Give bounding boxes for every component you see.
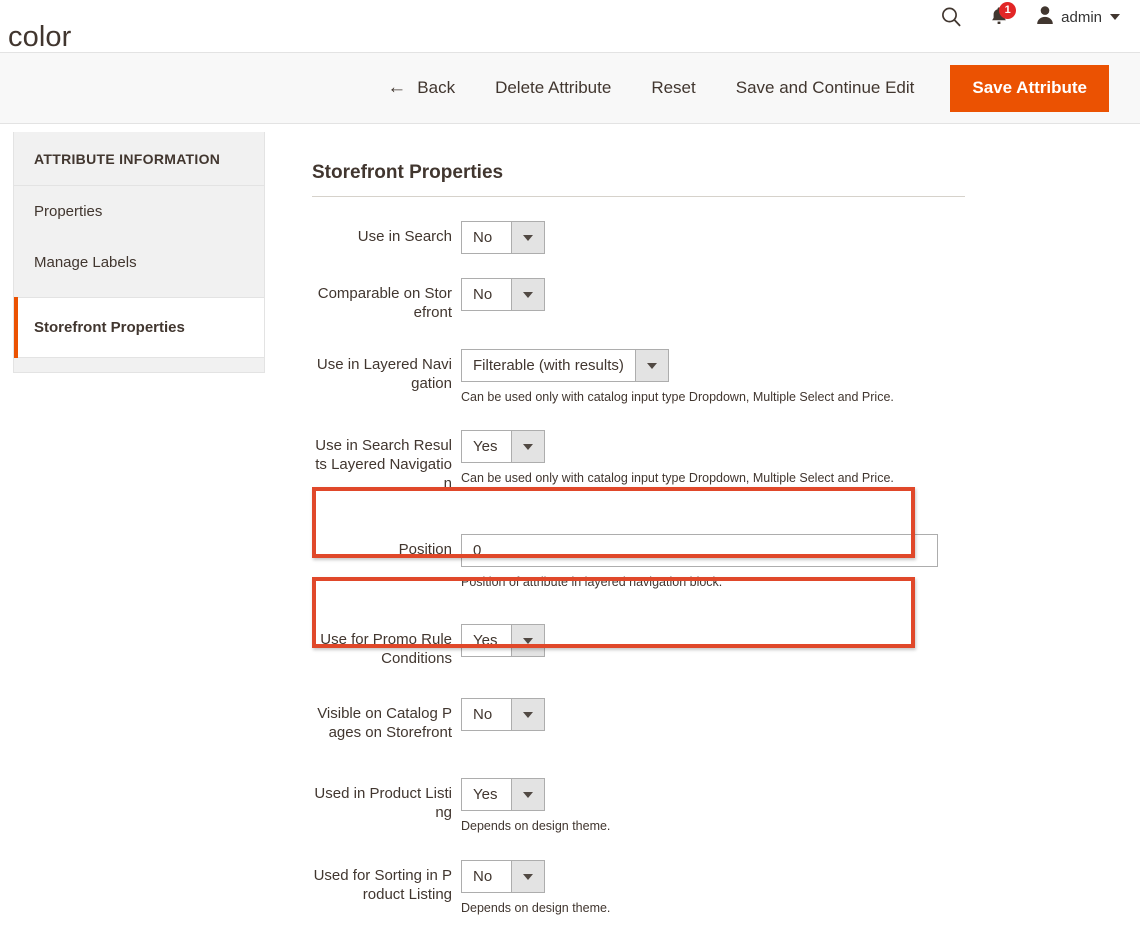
user-avatar-icon [1036, 5, 1054, 30]
admin-user-menu[interactable]: admin [1036, 5, 1120, 30]
field-row: Comparable on Storefront No [312, 254, 1140, 322]
used-for-sorting-in-product-listing-select[interactable]: No [461, 860, 545, 893]
field-note: Depends on design theme. [461, 901, 611, 915]
field-row: Use in Layered Navigation Filterable (wi… [312, 322, 1140, 405]
field-control: No [461, 221, 1140, 254]
chevron-down-icon [511, 431, 544, 462]
select-value: Yes [473, 786, 498, 803]
field-label: Use in Search Results Layered Navigation [315, 437, 452, 492]
used-in-product-listing-select[interactable]: Yes [461, 778, 545, 811]
field-row: Use for Promo Rule Conditions Yes [312, 590, 1140, 668]
select-value: Filterable (with results) [473, 357, 624, 374]
field-control: No [461, 278, 1140, 311]
field-note: Depends on design theme. [461, 819, 611, 833]
notification-badge: 1 [999, 2, 1017, 19]
field-note: Can be used only with catalog input type… [461, 471, 894, 485]
field-control: No Depends on design theme. [461, 860, 1140, 916]
field-row: Use in Search Results Layered Navigation… [312, 405, 1140, 493]
field-control: Yes Depends on design theme. [461, 778, 1140, 834]
search-icon[interactable] [940, 6, 962, 28]
field-label: Use in Layered Navigation [316, 356, 452, 392]
fieldset-title: Storefront Properties [312, 124, 965, 197]
save-and-continue-edit-button[interactable]: Save and Continue Edit [736, 70, 915, 106]
back-button[interactable]: ← Back [387, 70, 455, 106]
field-label: Comparable on Storefront [317, 285, 452, 321]
bell-icon: 1 [986, 2, 1017, 29]
sidebar-item-label: Storefront Properties [34, 319, 185, 336]
notifications-button[interactable]: 1 [986, 2, 1017, 29]
sidebar-title: ATTRIBUTE INFORMATION [14, 132, 264, 186]
field-control: Yes [461, 624, 1140, 657]
select-value: No [473, 286, 493, 303]
use-in-search-results-layered-navigation-select[interactable]: Yes [461, 430, 545, 463]
chevron-down-icon [511, 699, 544, 730]
select-value: Yes [473, 632, 498, 649]
select-value: No [473, 868, 493, 885]
delete-attribute-button[interactable]: Delete Attribute [495, 70, 611, 106]
select-value: No [473, 229, 493, 246]
page-actions-toolbar: ← Back Delete Attribute Reset Save and C… [0, 52, 1140, 124]
comparable-on-storefront-select[interactable]: No [461, 278, 545, 311]
field-row: Used for Sorting in Product Listing No D… [312, 834, 1140, 916]
storefront-properties-form: Storefront Properties Use in Search No C… [312, 124, 1140, 916]
select-value: No [473, 706, 493, 723]
sidebar-item-storefront-properties[interactable]: Storefront Properties [14, 297, 264, 358]
field-control: Position of attribute in layered navigat… [461, 534, 1140, 590]
field-control: Yes Can be used only with catalog input … [461, 430, 1140, 486]
header-tools: 1 admin [940, 0, 1120, 34]
position-input[interactable] [461, 534, 938, 567]
field-note: Can be used only with catalog input type… [461, 390, 894, 404]
chevron-down-icon [634, 350, 668, 381]
attribute-information-sidebar: ATTRIBUTE INFORMATION Properties Manage … [13, 132, 265, 373]
chevron-down-icon [511, 861, 544, 892]
chevron-down-icon [1110, 14, 1120, 20]
sidebar-items: Properties Manage Labels Storefront Prop… [14, 186, 264, 372]
field-label: Used in Product Listing [314, 785, 452, 821]
field-control: Filterable (with results) Can be used on… [461, 349, 1140, 405]
field-row: Position Position of attribute in layere… [312, 493, 1140, 590]
chevron-down-icon [511, 222, 544, 253]
field-note: Position of attribute in layered navigat… [461, 575, 723, 589]
field-row: Used in Product Listing Yes Depends on d… [312, 742, 1140, 834]
visible-on-catalog-pages-select[interactable]: No [461, 698, 545, 731]
field-label: Visible on Catalog Pages on Storefront [317, 705, 452, 741]
sidebar-item-properties[interactable]: Properties [14, 186, 264, 237]
field-label: Use for Promo Rule Conditions [320, 631, 452, 667]
admin-user-name: admin [1061, 8, 1102, 26]
field-label: Use in Search [357, 228, 452, 245]
use-in-search-select[interactable]: No [461, 221, 545, 254]
field-label: Used for Sorting in Product Listing [313, 867, 452, 903]
field-control: No [461, 698, 1140, 731]
sidebar-item-label: Properties [34, 203, 103, 220]
page-main: ATTRIBUTE INFORMATION Properties Manage … [0, 124, 1140, 932]
chevron-down-icon [511, 779, 544, 810]
save-attribute-button[interactable]: Save Attribute [950, 64, 1109, 112]
chevron-down-icon [511, 625, 544, 656]
reset-button[interactable]: Reset [651, 70, 695, 106]
sidebar-item-manage-labels[interactable]: Manage Labels [14, 237, 264, 288]
field-label: Position [398, 541, 452, 558]
arrow-left-icon: ← [387, 76, 407, 98]
field-row: Visible on Catalog Pages on Storefront N… [312, 668, 1140, 742]
page-header: color 1 admin [0, 0, 1140, 53]
use-for-promo-rule-conditions-select[interactable]: Yes [461, 624, 545, 657]
back-button-label: Back [417, 78, 456, 97]
select-value: Yes [473, 438, 498, 455]
sidebar-item-label: Manage Labels [34, 254, 137, 271]
use-in-layered-navigation-select[interactable]: Filterable (with results) [461, 349, 669, 382]
chevron-down-icon [511, 279, 544, 310]
field-row: Use in Search No [312, 197, 1140, 254]
